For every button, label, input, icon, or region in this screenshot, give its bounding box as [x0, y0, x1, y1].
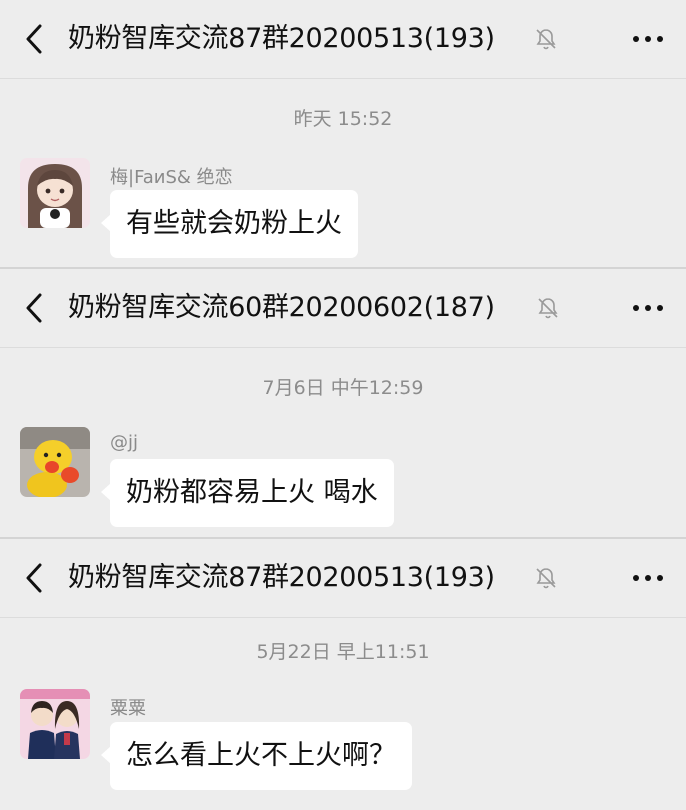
- chevron-left-icon[interactable]: [22, 22, 48, 56]
- sender-avatar[interactable]: [20, 427, 90, 497]
- girl-avatar-icon: [20, 158, 90, 228]
- sender-name: 粟粟: [110, 698, 146, 719]
- more-dots-icon[interactable]: [628, 565, 668, 591]
- chat-header: 奶粉智库交流87群20200513(193): [0, 0, 686, 79]
- more-dots-icon[interactable]: [628, 26, 668, 52]
- chat-screenshot-collage: 奶粉智库交流87群20200513(193) 昨天 15:52 梅|FaиS& …: [0, 0, 686, 810]
- sender-name: @jj: [110, 432, 139, 453]
- chat-title: 奶粉智库交流60群20200602(187): [68, 292, 495, 323]
- bell-off-icon: [536, 568, 556, 589]
- chevron-left-icon[interactable]: [22, 561, 48, 595]
- chevron-left-icon[interactable]: [22, 291, 48, 325]
- chat-panel-1: 奶粉智库交流87群20200513(193) 昨天 15:52 梅|FaиS& …: [0, 0, 686, 268]
- sender-name: 梅|FaиS& 绝恋: [110, 167, 233, 188]
- more-dots-icon[interactable]: [628, 295, 668, 321]
- message-bubble[interactable]: 怎么看上火不上火啊？: [101, 722, 412, 790]
- message-timestamp: 5月22日 早上11:51: [256, 641, 430, 663]
- bell-off-icon: [536, 29, 556, 50]
- chat-panel-3: 奶粉智库交流87群20200513(193) 5月22日 早上11:51 粟粟 …: [0, 539, 686, 810]
- message-bubble[interactable]: 有些就会奶粉上火: [101, 190, 358, 258]
- message-bubble[interactable]: 奶粉都容易上火 喝水: [101, 459, 394, 527]
- bell-off-icon: [538, 298, 558, 319]
- sender-avatar[interactable]: [20, 158, 90, 228]
- yellow-duck-avatar-icon: [20, 427, 90, 497]
- message-timestamp: 昨天 15:52: [293, 108, 393, 130]
- message-timestamp: 7月6日 中午12:59: [262, 377, 424, 399]
- couple-avatar-icon: [20, 689, 90, 759]
- chat-panel-2: 奶粉智库交流60群20200602(187) 7月6日 中午12:59 @jj …: [0, 269, 686, 537]
- chat-title: 奶粉智库交流87群20200513(193): [68, 562, 495, 593]
- chat-header: 奶粉智库交流60群20200602(187): [0, 269, 686, 348]
- chat-title: 奶粉智库交流87群20200513(193): [68, 23, 495, 54]
- chat-header: 奶粉智库交流87群20200513(193): [0, 539, 686, 618]
- sender-avatar[interactable]: [20, 689, 90, 759]
